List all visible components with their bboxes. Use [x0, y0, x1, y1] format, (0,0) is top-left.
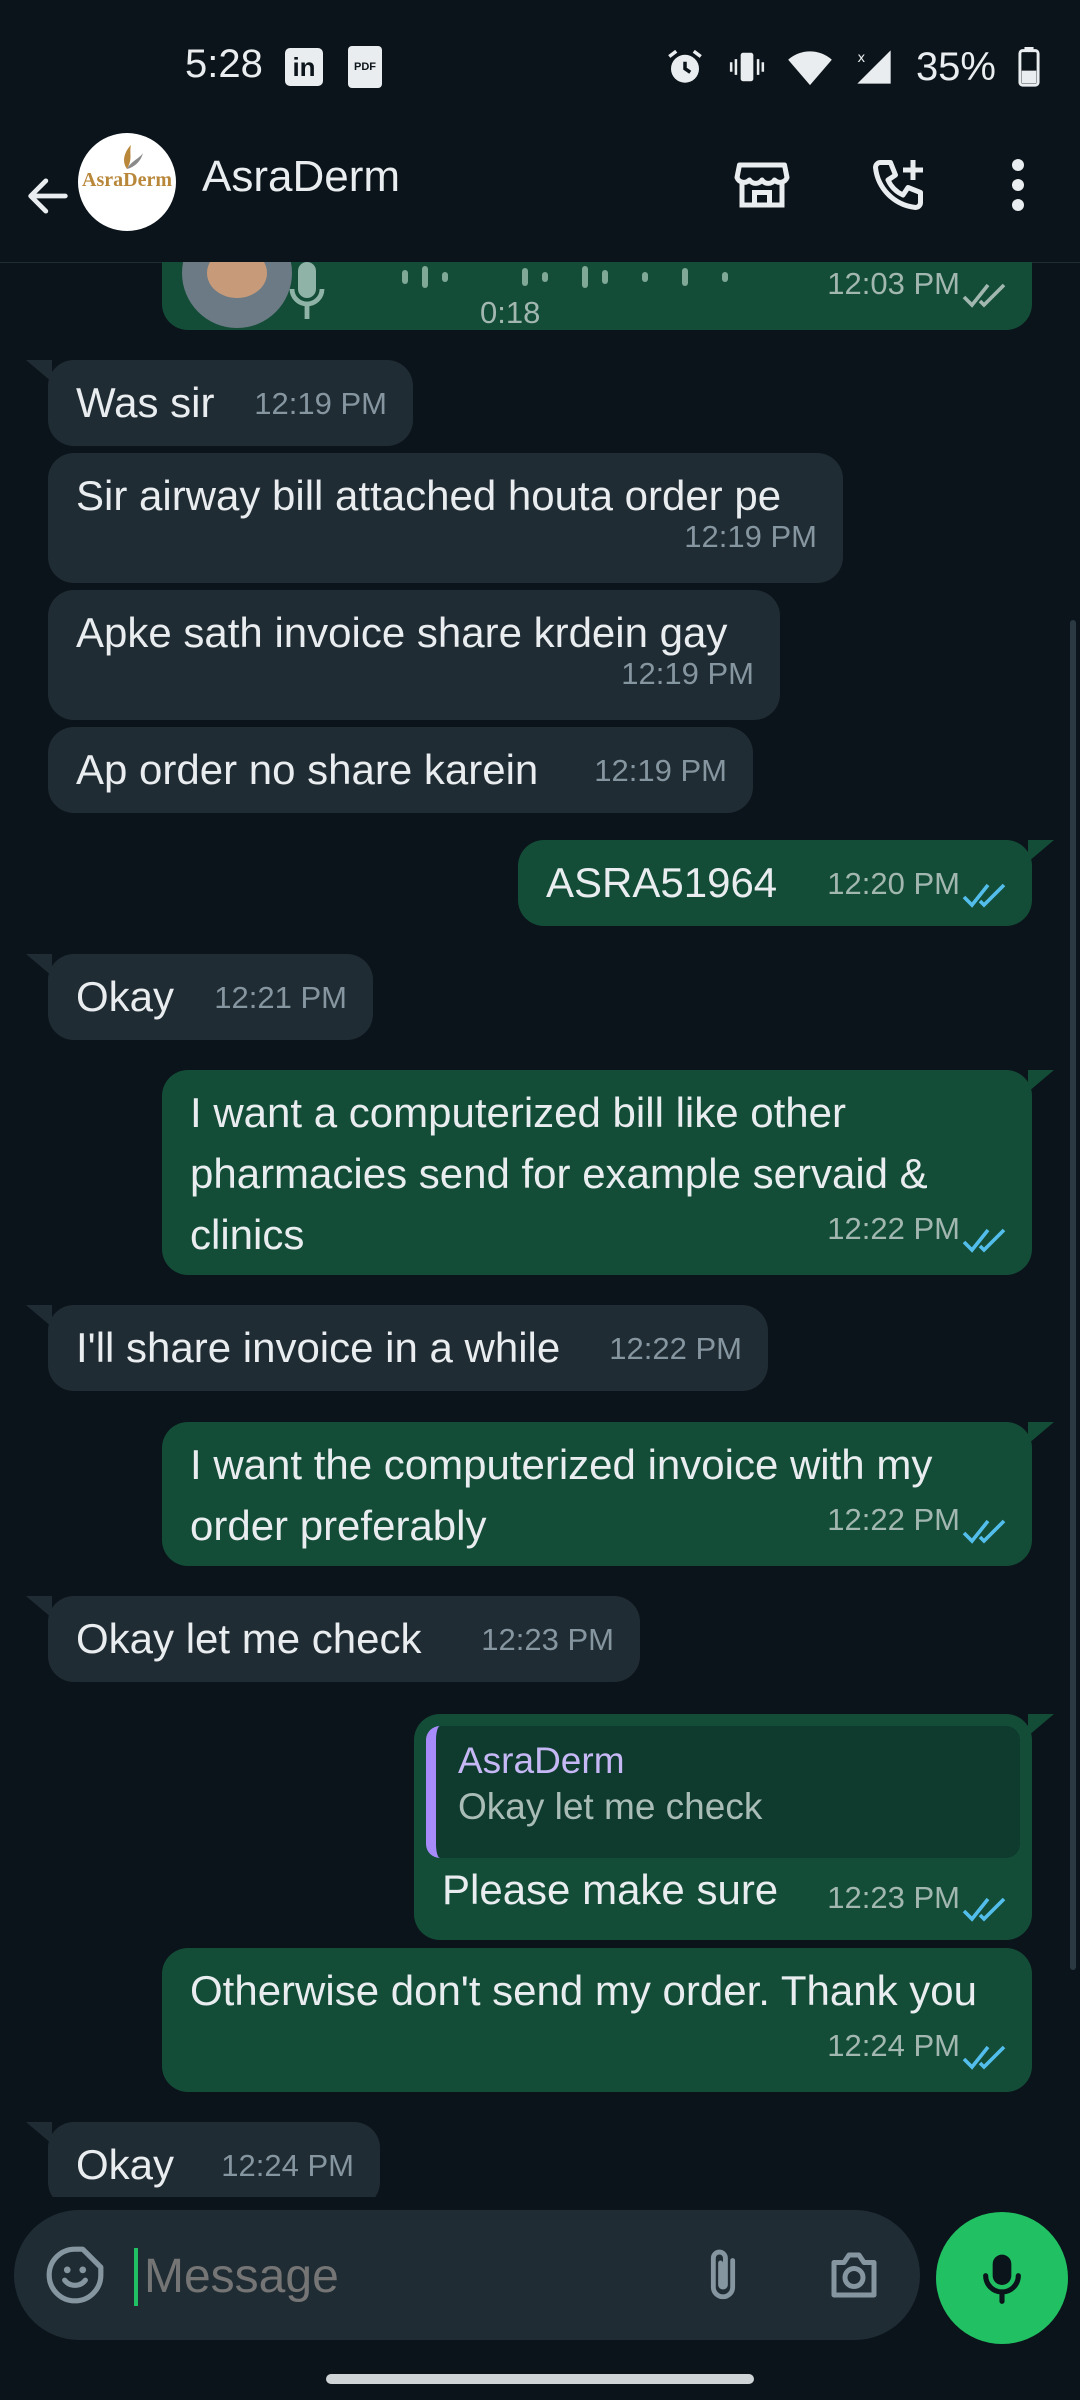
bubble-tail: [1028, 1422, 1054, 1444]
message-text: Was sir: [76, 379, 215, 426]
read-ticks-icon: [962, 1519, 1006, 1544]
outgoing-message[interactable]: I want the computerized invoice with my …: [162, 1422, 1032, 1566]
microphone-icon: [983, 2254, 1021, 2304]
incoming-message[interactable]: Sir airway bill attached houta order pe …: [48, 453, 843, 583]
voice-waveform[interactable]: [342, 262, 802, 292]
avatar[interactable]: AsraDerm: [78, 133, 176, 231]
read-ticks-icon: [962, 1228, 1006, 1253]
message-time: 12:24 PM: [221, 2148, 354, 2183]
store-icon[interactable]: [732, 155, 792, 215]
signal-icon: x: [857, 50, 891, 84]
message-time: 12:22 PM: [827, 1502, 960, 1537]
chat-title[interactable]: AsraDerm: [202, 152, 400, 202]
message-time: 12:21 PM: [214, 980, 347, 1015]
message-time: 12:19 PM: [684, 519, 817, 554]
outgoing-message[interactable]: I want a computerized bill like other ph…: [162, 1070, 1032, 1275]
quoted-message[interactable]: AsraDerm Okay let me check: [426, 1726, 1020, 1858]
bubble-tail: [1028, 840, 1054, 862]
delivered-ticks-icon: [962, 283, 1006, 308]
message-composer: [14, 2210, 920, 2340]
avatar-label: AsraDerm: [82, 169, 172, 191]
message-input[interactable]: [142, 2234, 666, 2318]
bubble-tail: [26, 1596, 52, 1618]
incoming-message[interactable]: Apke sath invoice share krdein gay 12:19…: [48, 590, 780, 720]
bubble-tail: [26, 360, 52, 382]
battery-icon: [1018, 47, 1040, 87]
message-time: 12:20 PM: [827, 866, 960, 901]
pdf-icon: PDF: [348, 46, 382, 88]
message-time: 12:24 PM: [827, 2028, 960, 2063]
read-ticks-icon: [962, 883, 1006, 908]
bubble-tail: [26, 1305, 52, 1327]
message-time: 12:19 PM: [254, 386, 387, 421]
read-ticks-icon: [962, 2045, 1006, 2070]
message-time: 12:19 PM: [621, 656, 754, 691]
battery-percent: 35%: [915, 44, 996, 89]
message-time: 12:19 PM: [594, 753, 727, 788]
incoming-message[interactable]: Okay 12:24 PM: [48, 2122, 380, 2197]
message-text: Please make sure: [442, 1866, 779, 1913]
scrollbar[interactable]: [1070, 620, 1076, 1970]
emoji-sticker-icon[interactable]: [44, 2244, 106, 2306]
bubble-tail: [1028, 1714, 1054, 1736]
bubble-tail: [26, 2122, 52, 2144]
gesture-nav-bar[interactable]: [326, 2374, 754, 2384]
read-ticks-icon: [962, 1897, 1006, 1922]
text-cursor: [134, 2248, 138, 2306]
incoming-message[interactable]: I'll share invoice in a while 12:22 PM: [48, 1305, 768, 1391]
message-time: 12:03 PM: [827, 266, 960, 301]
mic-small-icon: [289, 262, 325, 319]
alarm-icon: [668, 49, 702, 83]
message-time: 12:23 PM: [481, 1622, 614, 1657]
more-options-icon[interactable]: [1000, 155, 1036, 215]
incoming-message[interactable]: Ap order no share karein 12:19 PM: [48, 727, 753, 813]
message-text: Ap order no share karein: [76, 746, 539, 793]
message-text: Okay: [76, 2141, 175, 2188]
message-text: Okay let me check: [76, 1615, 422, 1662]
voice-record-button[interactable]: [936, 2212, 1068, 2344]
message-time: 12:23 PM: [827, 1880, 960, 1915]
incoming-message[interactable]: Okay let me check 12:23 PM: [48, 1596, 640, 1682]
message-text: Otherwise don't send my order. Thank you: [190, 1967, 977, 2014]
incoming-message[interactable]: Was sir 12:19 PM: [48, 360, 413, 446]
outgoing-reply-message[interactable]: AsraDerm Okay let me check Please make s…: [414, 1714, 1032, 1940]
status-time: 5:28: [185, 42, 263, 86]
outgoing-message[interactable]: ASRA51964 12:20 PM: [518, 840, 1032, 926]
message-list[interactable]: 0:18 12:03 PM Was sir 12:19 PM Sir airwa…: [0, 262, 1080, 2197]
message-time: 12:22 PM: [609, 1331, 742, 1366]
camera-icon[interactable]: [822, 2245, 886, 2305]
vibrate-icon: [729, 52, 765, 82]
incoming-message[interactable]: Okay 12:21 PM: [48, 954, 373, 1040]
voice-duration: 0:18: [480, 295, 541, 330]
linkedin-icon: in: [285, 48, 323, 86]
message-text: Okay: [76, 973, 175, 1020]
wifi-icon: [788, 51, 832, 86]
outgoing-message[interactable]: Otherwise don't send my order. Thank you…: [162, 1948, 1032, 2092]
voice-avatar: [182, 262, 292, 328]
bubble-tail: [26, 954, 52, 976]
message-text: I'll share invoice in a while: [76, 1324, 561, 1371]
quoted-sender: AsraDerm: [458, 1740, 625, 1781]
attach-icon[interactable]: [694, 2242, 752, 2308]
message-text: ASRA51964: [546, 859, 778, 906]
status-bar: 5:28 in PDF x 35%: [0, 0, 1080, 140]
bubble-tail: [1028, 1070, 1054, 1092]
add-call-icon[interactable]: [868, 155, 928, 215]
back-arrow-icon[interactable]: [22, 170, 74, 222]
svg-text:x: x: [857, 51, 865, 66]
status-icons: x 35%: [664, 42, 1040, 92]
voice-message[interactable]: 0:18 12:03 PM: [162, 262, 1032, 330]
message-time: 12:22 PM: [827, 1211, 960, 1246]
quoted-text: Okay let me check: [458, 1786, 763, 1827]
